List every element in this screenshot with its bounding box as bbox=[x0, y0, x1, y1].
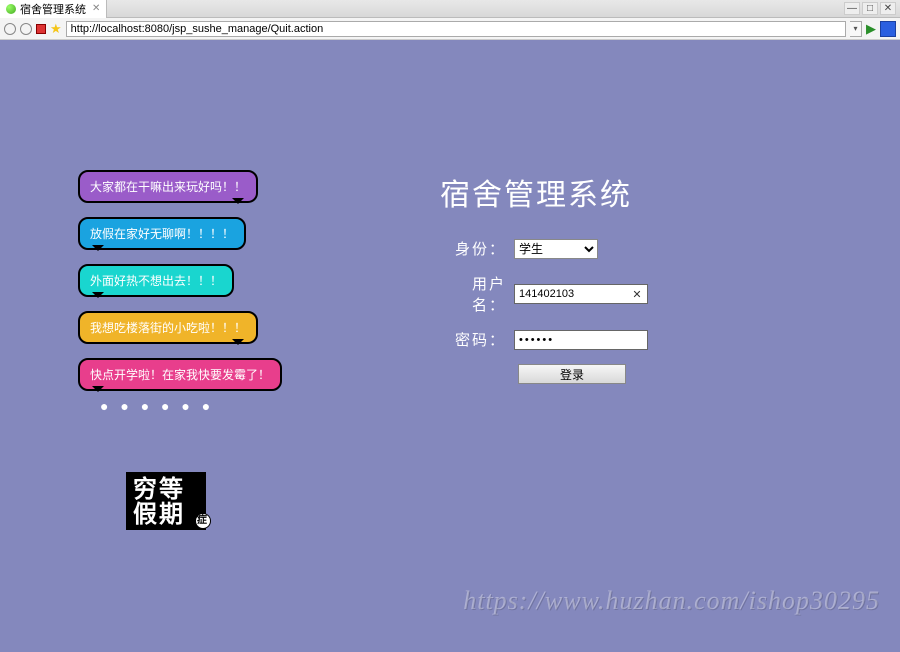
login-button[interactable]: 登录 bbox=[518, 364, 626, 384]
poster-badge: 穷等 假期 症 bbox=[126, 472, 206, 530]
window-controls: — □ ✕ bbox=[844, 2, 900, 15]
toolbar: ★ ▾ ▶ bbox=[0, 18, 900, 40]
chat-bubble: 快点开学啦！在家我快要发霉了！ bbox=[78, 358, 282, 391]
forward-icon[interactable] bbox=[20, 23, 32, 35]
bookmark-icon[interactable]: ★ bbox=[50, 23, 62, 35]
password-input[interactable] bbox=[514, 330, 648, 350]
chat-bubble: 外面好热不想出去！！！ bbox=[78, 264, 234, 297]
identity-label: 身份： bbox=[440, 238, 506, 259]
badge-line1: 穷等 bbox=[133, 477, 203, 502]
back-icon[interactable] bbox=[4, 23, 16, 35]
carousel-dots: ● ● ● ● ● ● bbox=[100, 398, 214, 414]
window-max-button[interactable]: □ bbox=[862, 2, 878, 15]
go-icon[interactable]: ▶ bbox=[866, 21, 876, 37]
address-dropdown-icon[interactable]: ▾ bbox=[850, 21, 862, 37]
watermark: https://www.huzhan.com/ishop30295 bbox=[463, 586, 880, 616]
tab-bar: 宿舍管理系统 ✕ — □ ✕ bbox=[0, 0, 900, 18]
page-body: 大家都在干嘛出来玩好吗！！ 放假在家好无聊啊！！！！ 外面好热不想出去！！！ 我想吃楼… bbox=[0, 40, 900, 652]
login-form: 宿舍管理系统 身份： 学生管理员 用户名： ✕ 密码： 登录 bbox=[440, 170, 720, 384]
address-bar[interactable] bbox=[66, 21, 846, 37]
chat-bubble: 放假在家好无聊啊！！！！ bbox=[78, 217, 246, 250]
window-min-button[interactable]: — bbox=[844, 2, 860, 15]
tab-title: 宿舍管理系统 bbox=[20, 1, 86, 17]
chat-bubble: 大家都在干嘛出来玩好吗！！ bbox=[78, 170, 258, 203]
username-label: 用户名： bbox=[440, 273, 506, 315]
stop-icon[interactable] bbox=[36, 24, 46, 34]
page-title: 宿舍管理系统 bbox=[440, 170, 720, 214]
badge-line2: 假期 bbox=[133, 502, 203, 527]
username-input[interactable] bbox=[514, 284, 648, 304]
chat-bubbles: 大家都在干嘛出来玩好吗！！ 放假在家好无聊啊！！！！ 外面好热不想出去！！！ 我想吃楼… bbox=[78, 170, 278, 405]
identity-select[interactable]: 学生管理员 bbox=[514, 239, 598, 259]
badge-sub: 症 bbox=[195, 513, 211, 529]
browser-tab[interactable]: 宿舍管理系统 ✕ bbox=[0, 0, 107, 18]
password-label: 密码： bbox=[440, 329, 506, 350]
toolbar-end-button[interactable] bbox=[880, 21, 896, 37]
tab-favicon-icon bbox=[6, 4, 16, 14]
tab-close-icon[interactable]: ✕ bbox=[92, 3, 100, 14]
chat-bubble: 我想吃楼落街的小吃啦！！！ bbox=[78, 311, 258, 344]
clear-input-icon[interactable]: ✕ bbox=[630, 288, 644, 301]
window-close-button[interactable]: ✕ bbox=[880, 2, 896, 15]
